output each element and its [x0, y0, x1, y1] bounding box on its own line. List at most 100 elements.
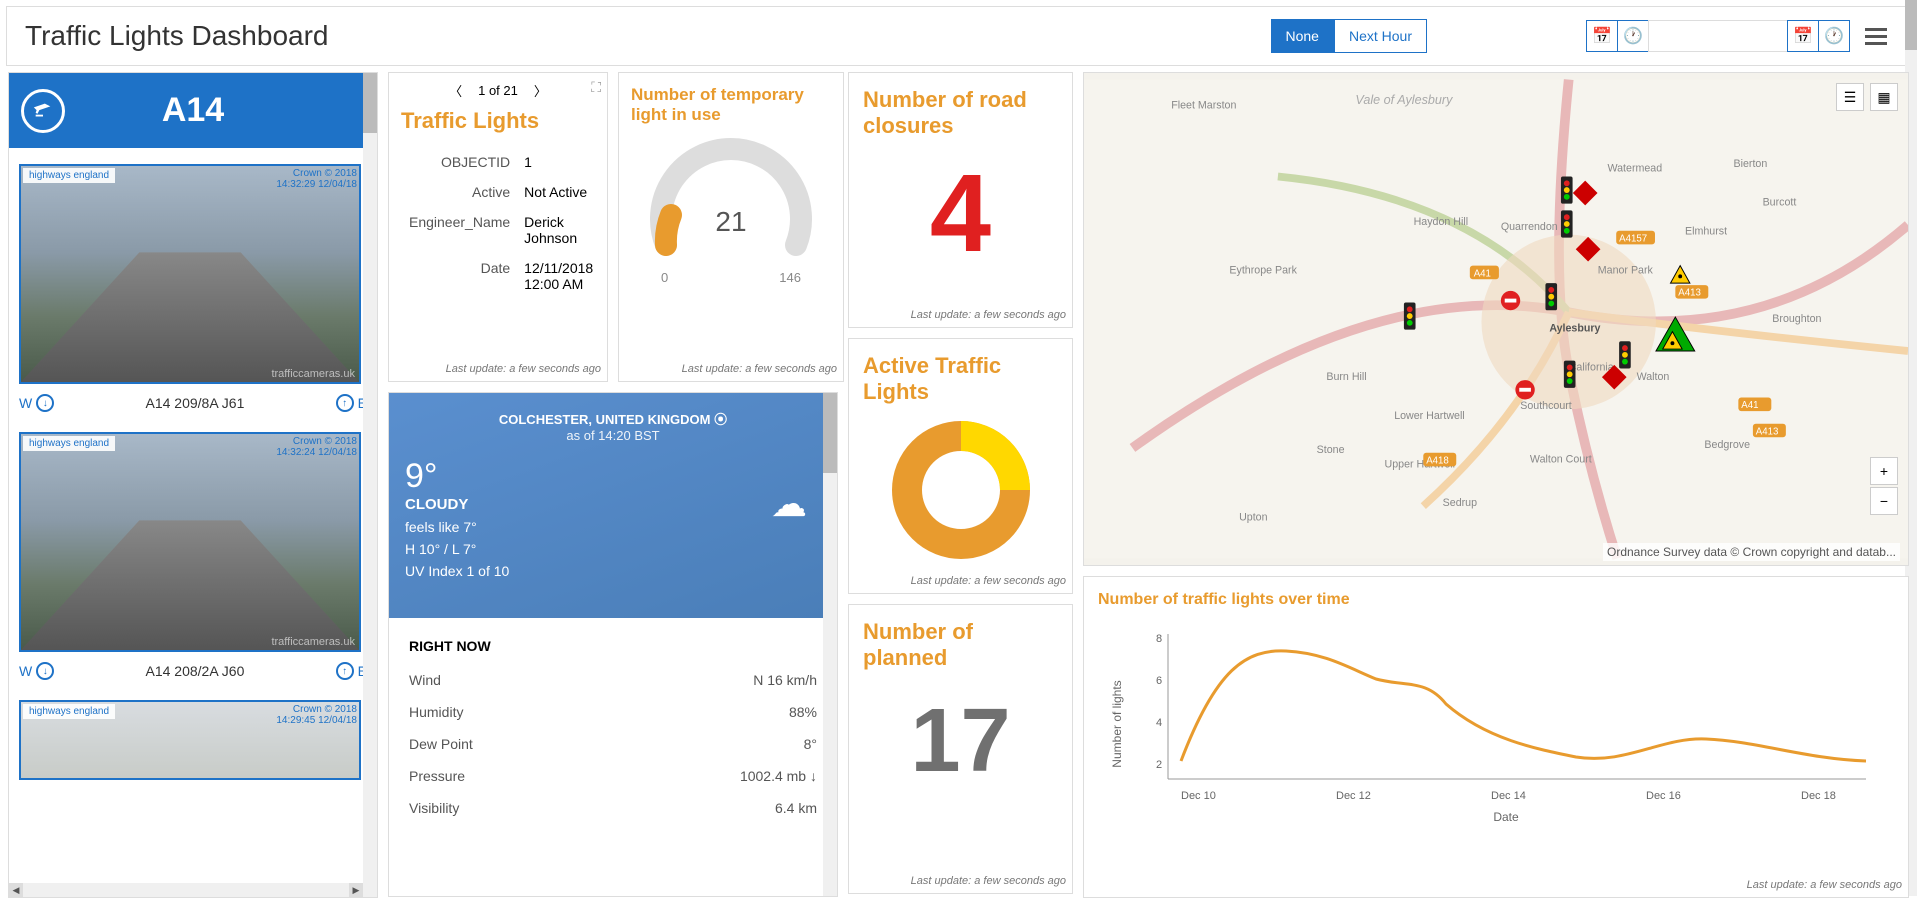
svg-text:Date: Date — [1493, 810, 1519, 824]
svg-text:Eythrope Park: Eythrope Park — [1229, 264, 1297, 276]
zoom-out-button[interactable]: − — [1870, 487, 1898, 515]
weather-temp: 9° — [405, 457, 821, 496]
clock-icon[interactable]: 🕐 — [1617, 20, 1649, 52]
weather-row: Dew Point8° — [409, 728, 817, 760]
calendar-icon[interactable]: 📅 — [1586, 20, 1618, 52]
pager: 〈 1 of 21 〉 ⛶ — [389, 73, 607, 108]
camera-meta: Crown © 201814:29:45 12/04/18 — [276, 704, 357, 726]
arrow-up-icon[interactable]: ↑ — [336, 662, 354, 680]
weather-uv: UV Index 1 of 10 — [405, 563, 821, 579]
right-now-title: RIGHT NOW — [409, 638, 817, 654]
table-row: OBJECTID1 — [403, 148, 599, 176]
last-update: Last update: a few seconds ago — [849, 869, 1072, 893]
weather-feels: feels like 7° — [405, 519, 821, 535]
svg-text:A413: A413 — [1756, 426, 1779, 437]
svg-text:Fleet Marston: Fleet Marston — [1171, 100, 1236, 112]
date-display-1 — [1648, 20, 1788, 52]
camera-watermark: trafficcameras.uk — [271, 636, 355, 648]
weather-summary: COLCHESTER, UNITED KINGDOM ⦿ as of 14:20… — [389, 393, 837, 618]
details-panel: 〈 1 of 21 〉 ⛶ Traffic Lights OBJECTID1 A… — [388, 72, 608, 382]
location-target-icon[interactable]: ⦿ — [714, 412, 727, 427]
svg-text:2: 2 — [1156, 759, 1162, 771]
pager-text: 1 of 21 — [478, 83, 518, 98]
camera-panel: A14 highways england Crown © 201814:32:2… — [8, 72, 378, 898]
scrollbar-vertical[interactable] — [823, 393, 837, 896]
svg-text:A418: A418 — [1426, 455, 1449, 466]
svg-text:Walton Court: Walton Court — [1530, 453, 1592, 465]
filter-next-hour-button[interactable]: Next Hour — [1334, 19, 1427, 53]
map[interactable]: Fleet Marston Vale of Aylesbury Watermea… — [1084, 73, 1908, 565]
svg-text:4: 4 — [1156, 717, 1162, 729]
svg-text:A41: A41 — [1474, 268, 1491, 279]
camera-meta: Crown © 201814:32:29 12/04/18 — [276, 168, 357, 190]
gauge-value: 21 — [631, 206, 831, 238]
date-picker-group-1: 📅 🕐 📅 🕐 — [1587, 20, 1850, 52]
top-bar: Traffic Lights Dashboard None Next Hour … — [6, 6, 1911, 66]
calendar-icon[interactable]: 📅 — [1787, 20, 1819, 52]
arrow-up-icon[interactable]: ↑ — [336, 394, 354, 412]
camera-footer-2: W ↓ A14 208/2A J60 ↑ E — [9, 658, 377, 684]
arrow-down-icon[interactable]: ↓ — [36, 394, 54, 412]
weather-row: WindN 16 km/h — [409, 664, 817, 696]
svg-text:Watermead: Watermead — [1607, 163, 1662, 175]
camera-icon — [21, 89, 65, 133]
chart-panel: Number of traffic lights over time Numbe… — [1083, 576, 1909, 898]
svg-text:8: 8 — [1156, 633, 1162, 645]
filter-none-button[interactable]: None — [1271, 19, 1334, 53]
svg-text:Manor Park: Manor Park — [1598, 264, 1654, 276]
svg-text:Southcourt: Southcourt — [1520, 400, 1572, 412]
svg-text:A41: A41 — [1741, 400, 1758, 411]
map-legend-button[interactable]: ☰ — [1836, 83, 1864, 111]
scrollbar-vertical[interactable] — [363, 73, 377, 897]
camera-meta: Crown © 201814:32:24 12/04/18 — [276, 436, 357, 458]
planned-panel: Number of planned 17 Last update: a few … — [848, 604, 1073, 894]
donut-chart — [863, 415, 1058, 570]
line-chart: Number of lights 8 6 4 2 Dec 10 Dec 12 D… — [1098, 609, 1894, 829]
svg-text:Dec 12: Dec 12 — [1336, 790, 1371, 802]
next-icon[interactable]: 〉 — [534, 81, 547, 100]
camera-brand: highways england — [23, 704, 115, 719]
svg-text:Aylesbury: Aylesbury — [1549, 323, 1600, 335]
map-basemap-button[interactable]: ▦ — [1870, 83, 1898, 111]
camera-footer-1: W ↓ A14 209/8A J61 ↑ E — [9, 390, 377, 416]
detail-row: 〈 1 of 21 〉 ⛶ Traffic Lights OBJECTID1 A… — [388, 72, 838, 382]
camera-header: A14 — [9, 73, 377, 148]
zoom-in-button[interactable]: + — [1870, 457, 1898, 485]
time-filter-group: None Next Hour — [1271, 19, 1428, 53]
prev-icon[interactable]: 〈 — [449, 81, 462, 100]
last-update: Last update: a few seconds ago — [1084, 873, 1908, 897]
cloud-icon: ☁ — [771, 483, 807, 525]
svg-text:Number of lights: Number of lights — [1110, 680, 1124, 767]
map-panel[interactable]: Fleet Marston Vale of Aylesbury Watermea… — [1083, 72, 1909, 566]
scrollbar-horizontal[interactable]: ◀▶ — [9, 883, 363, 897]
svg-text:Sedrup: Sedrup — [1443, 497, 1477, 509]
table-row: Engineer_NameDerick Johnson — [403, 208, 599, 252]
last-update: Last update: a few seconds ago — [849, 569, 1072, 593]
weather-hilo: H 10° / L 7° — [405, 541, 821, 557]
traffic-light-marker — [1564, 361, 1576, 388]
last-update: Last update: a few seconds ago — [619, 357, 843, 381]
svg-text:Bedgrove: Bedgrove — [1704, 439, 1750, 451]
traffic-light-marker — [1619, 341, 1631, 368]
svg-text:Vale of Aylesbury: Vale of Aylesbury — [1355, 93, 1453, 107]
gauge-title: Number of temporary light in use — [631, 85, 831, 125]
camera-watermark: trafficcameras.uk — [271, 368, 355, 380]
traffic-light-marker — [1561, 210, 1573, 237]
table-row: ActiveNot Active — [403, 178, 599, 206]
menu-icon[interactable] — [1860, 20, 1892, 52]
camera-image-1[interactable]: highways england Crown © 201814:32:29 12… — [19, 164, 361, 384]
planned-value: 17 — [863, 671, 1058, 811]
clock-icon[interactable]: 🕐 — [1818, 20, 1850, 52]
svg-text:Quarrendon: Quarrendon — [1501, 221, 1558, 233]
weather-panel: COLCHESTER, UNITED KINGDOM ⦿ as of 14:20… — [388, 392, 838, 897]
weather-condition: CLOUDY — [405, 496, 821, 513]
closures-value: 4 — [863, 139, 1058, 289]
traffic-light-marker — [1545, 283, 1557, 310]
camera-image-2[interactable]: highways england Crown © 201814:32:24 12… — [19, 432, 361, 652]
arrow-down-icon[interactable]: ↓ — [36, 662, 54, 680]
gauge-chart — [641, 135, 821, 265]
camera-image-3[interactable]: highways england Crown © 201814:29:45 12… — [19, 700, 361, 780]
svg-text:Bierton: Bierton — [1734, 158, 1768, 170]
svg-text:Broughton: Broughton — [1772, 313, 1821, 325]
expand-icon[interactable]: ⛶ — [591, 79, 601, 96]
